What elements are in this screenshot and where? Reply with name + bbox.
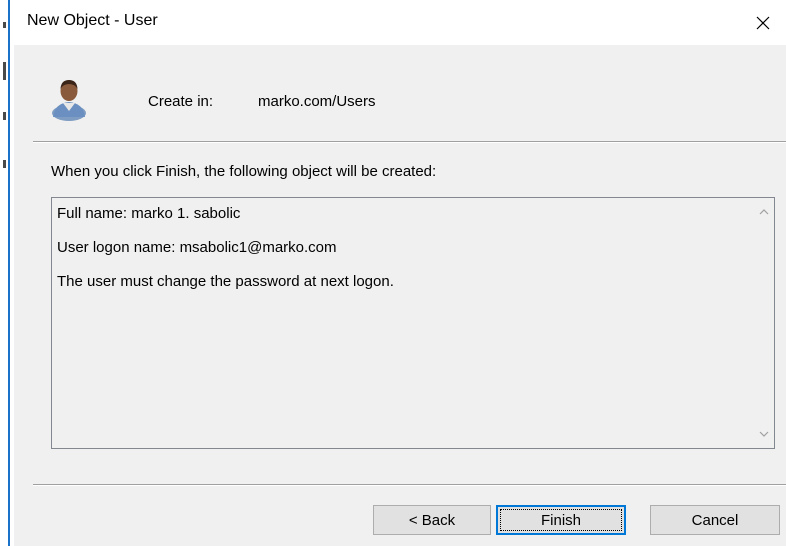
summary-logon-name: User logon name: msabolic1@marko.com xyxy=(57,239,337,256)
edge-mark xyxy=(3,160,6,168)
summary-full-name: Full name: marko 1. sabolic xyxy=(57,205,241,222)
intro-text: When you click Finish, the following obj… xyxy=(51,163,437,180)
header-divider xyxy=(33,141,786,143)
window-title: New Object - User xyxy=(27,12,158,29)
background-window-edge xyxy=(0,0,14,546)
finish-button[interactable]: Finish xyxy=(496,505,626,535)
edge-mark xyxy=(3,112,6,120)
scroll-up-button[interactable] xyxy=(754,202,774,222)
close-button[interactable] xyxy=(740,0,786,45)
close-icon xyxy=(756,16,770,29)
window-border-line xyxy=(8,0,10,546)
summary-textbox[interactable]: Full name: marko 1. sabolic User logon n… xyxy=(51,197,775,449)
back-button-label: < Back xyxy=(408,511,456,529)
finish-button-label: Finish xyxy=(540,511,581,529)
title-bar: New Object - User xyxy=(14,0,786,45)
edge-mark xyxy=(3,22,6,28)
new-object-user-dialog: New Object - User Create in: marko.com/U… xyxy=(14,0,786,546)
create-in-label: Create in: xyxy=(148,93,214,110)
summary-scrollbar[interactable] xyxy=(754,198,774,448)
scroll-down-button[interactable] xyxy=(754,424,774,444)
footer-divider xyxy=(33,484,786,486)
summary-password-note: The user must change the password at nex… xyxy=(57,273,394,290)
dialog-header: Create in: marko.com/Users xyxy=(14,45,786,141)
chevron-up-icon xyxy=(759,209,769,215)
cancel-button-label: Cancel xyxy=(691,511,739,529)
chevron-down-icon xyxy=(759,431,769,437)
cancel-button[interactable]: Cancel xyxy=(650,505,780,535)
user-icon xyxy=(52,80,86,121)
back-button[interactable]: < Back xyxy=(373,505,491,535)
create-in-path: marko.com/Users xyxy=(258,93,376,110)
edge-mark xyxy=(3,62,6,80)
summary-content: Full name: marko 1. sabolic User logon n… xyxy=(57,205,394,307)
